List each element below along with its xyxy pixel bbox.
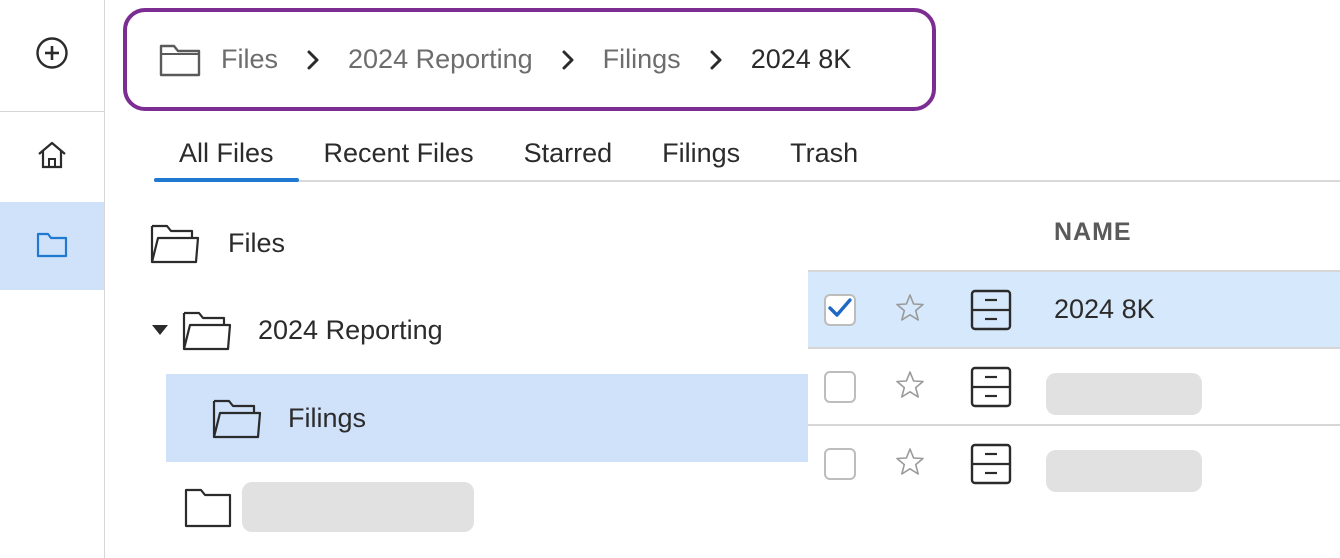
chevron-right-icon <box>561 49 575 71</box>
column-header-name[interactable]: NAME <box>1054 218 1132 247</box>
tree-item-label: Files <box>228 227 286 258</box>
left-rail <box>0 0 105 558</box>
loading-placeholder <box>1046 450 1202 492</box>
loading-placeholder <box>1046 373 1202 415</box>
table-row[interactable] <box>808 347 1340 424</box>
breadcrumb-item-current: 2024 8K <box>750 44 852 74</box>
breadcrumb-item-2024-reporting[interactable]: 2024 Reporting <box>348 44 533 75</box>
filing-cabinet-icon <box>970 366 1012 408</box>
tab-all-files[interactable]: All Files <box>154 128 299 182</box>
open-folder-icon <box>150 222 200 264</box>
chevron-right-icon <box>709 49 723 71</box>
tab-filings[interactable]: Filings <box>637 128 765 180</box>
tab-trash[interactable]: Trash <box>765 128 883 180</box>
folder-icon <box>36 230 68 263</box>
home-icon <box>36 140 68 175</box>
open-folder-icon <box>212 397 262 439</box>
filing-cabinet-icon <box>970 289 1012 331</box>
file-tabs: All Files Recent Files Starred Filings T… <box>154 128 1340 182</box>
new-item-button[interactable] <box>0 0 104 112</box>
caret-down-icon[interactable] <box>150 320 170 340</box>
row-checkbox[interactable] <box>824 294 856 326</box>
star-icon[interactable] <box>894 369 926 401</box>
breadcrumb: Files 2024 Reporting Filings 2024 8K <box>123 8 936 111</box>
plus-circle-icon <box>35 36 69 75</box>
table-row[interactable]: 2024 8K <box>808 270 1340 347</box>
tree-item-placeholder[interactable] <box>184 482 474 532</box>
checkmark-icon <box>827 297 853 324</box>
star-icon[interactable] <box>894 446 926 478</box>
chevron-right-icon <box>306 49 320 71</box>
open-folder-icon <box>182 309 232 351</box>
folder-icon <box>184 486 232 528</box>
star-icon[interactable] <box>894 292 926 324</box>
tree-item-label: Filings <box>288 402 367 433</box>
files-nav-button[interactable] <box>0 202 104 290</box>
table-row[interactable] <box>808 424 1340 501</box>
tab-recent-files[interactable]: Recent Files <box>299 128 499 180</box>
loading-placeholder <box>242 482 474 532</box>
file-table: 2024 8K <box>808 270 1340 501</box>
file-name[interactable]: 2024 8K <box>1054 294 1155 325</box>
filing-cabinet-icon <box>970 443 1012 485</box>
tab-starred[interactable]: Starred <box>499 128 638 180</box>
breadcrumb-item-files[interactable]: Files <box>221 44 278 75</box>
tree-item-label: 2024 Reporting <box>258 314 443 345</box>
tree-item-filings[interactable]: Filings <box>166 374 808 462</box>
folder-icon <box>159 43 201 77</box>
row-checkbox[interactable] <box>824 448 856 480</box>
breadcrumb-item-filings[interactable]: Filings <box>603 44 681 75</box>
tree-item-files[interactable]: Files <box>150 220 285 266</box>
row-checkbox[interactable] <box>824 371 856 403</box>
home-nav-button[interactable] <box>0 113 104 201</box>
tree-item-2024-reporting[interactable]: 2024 Reporting <box>150 306 443 354</box>
